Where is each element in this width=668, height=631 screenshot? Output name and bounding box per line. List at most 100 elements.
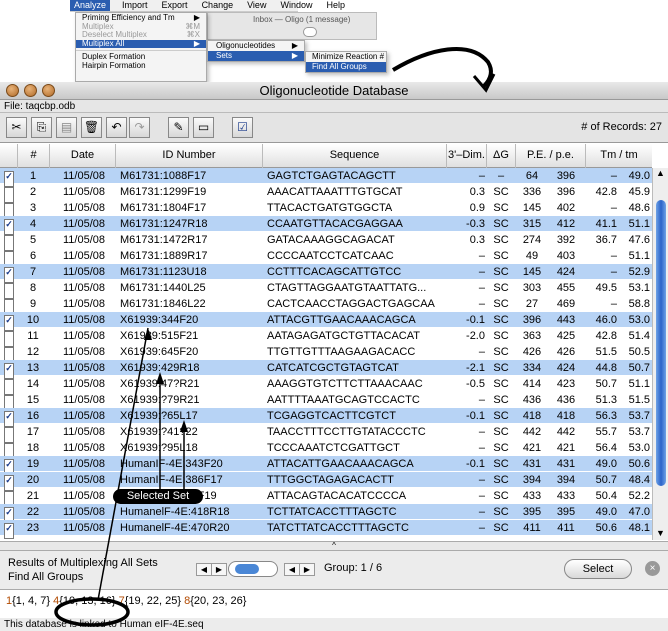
group-slider[interactable] — [228, 561, 278, 577]
set-item[interactable]: 1{1, 4, 7} — [6, 595, 50, 607]
undo-icon[interactable]: ↶ — [106, 117, 127, 138]
header-pe[interactable]: P.E. / p.e. — [516, 144, 586, 168]
cell-tm: 50.4 — [595, 490, 617, 502]
edit-record-icon[interactable]: ✎ — [168, 117, 189, 138]
table-row[interactable]: ✓ 19 11/05/08 HumanIF-4E:343F20 ATTACATTGAAC… — [0, 456, 652, 475]
cell-tm2: 53.0 — [628, 442, 650, 454]
table-row[interactable]: ✓ 22 11/05/08 HumanelF-4E:418R18 TCTTATCACCT… — [0, 504, 652, 523]
menu-export[interactable]: Export — [160, 0, 190, 11]
table-row[interactable]: ✓ 13 11/05/08 X61939:429R18 CATCATCGCTGTAGTC… — [0, 360, 652, 379]
inbox-button[interactable] — [303, 27, 317, 37]
table-row[interactable]: 18 11/05/08 X61939:?95L18 TCCCAAATCTCGATTGC… — [0, 440, 652, 459]
cell-dim: – — [478, 442, 485, 454]
table-row[interactable]: 5 11/05/08 M61731:1472R17 GATACAAAGGCAGACAT… — [0, 232, 652, 251]
table-row[interactable]: ✓ 20 11/05/08 HumanIF-4E:386F17 TTTGGCTAGAGA… — [0, 472, 652, 491]
cell-dg: SC — [493, 490, 509, 502]
table-row[interactable]: ✓ 7 11/05/08 M61731:1123U18 CCTTTCACAGCATTGT… — [0, 264, 652, 283]
menu-import[interactable]: Import — [120, 0, 150, 11]
cell-tm: 36.7 — [595, 234, 617, 246]
cell-id: M61731:1889R17 — [120, 250, 208, 262]
scroll-up-icon[interactable]: ▲ — [656, 168, 665, 178]
split-divider[interactable]: ^ — [0, 541, 668, 551]
cell-tm2: 53.7 — [628, 410, 650, 422]
curved-arrow — [391, 47, 493, 88]
set-item[interactable]: 8{20, 23, 26} — [184, 595, 246, 607]
table-row[interactable]: 11 11/05/08 X61939:515F21 AATAGAGATGCTGTTAC… — [0, 328, 652, 347]
cell-pes: 442 — [556, 426, 576, 438]
cell-num: 22 — [26, 506, 40, 518]
table-scrollbar[interactable]: ▲ ▼ — [652, 168, 668, 540]
menu-item-find-all-groups[interactable]: Find All Groups — [306, 62, 386, 72]
cell-seq: CTAGTTAGGAATGTAATTATG... — [267, 282, 427, 294]
cell-pe: 334 — [522, 362, 542, 374]
table-row[interactable]: 2 11/05/08 M61731:1299F19 AAACATTAAATTTGTGC… — [0, 184, 652, 203]
first-group-icon[interactable]: ◀ — [284, 563, 300, 576]
set-item[interactable]: 4{10, 13, 16} — [53, 595, 115, 607]
table-row[interactable]: ✓ 4 11/05/08 M61731:1247R18 CCAATGTTACACGAGG… — [0, 216, 652, 235]
table-row[interactable]: 6 11/05/08 M61731:1889R17 CCCCAATCCTCATCAAC… — [0, 248, 652, 267]
cut-icon[interactable]: ✂ — [6, 117, 27, 138]
set-item[interactable]: 7{19, 22, 25} — [119, 595, 181, 607]
menu-item-multiplex-all[interactable]: Multiplex All ▶ — [76, 39, 206, 48]
cell-tm: – — [610, 202, 617, 214]
menu-change[interactable]: Change — [200, 0, 236, 11]
table-row[interactable]: 12 11/05/08 X61939:645F20 TTGTTGTTTAAGAAGAC… — [0, 344, 652, 363]
table-row[interactable]: 3 11/05/08 M61731:1804F17 TTACACTGATGTGGCTA… — [0, 200, 652, 219]
header-dimer[interactable]: 3'–Dim. — [447, 144, 487, 168]
menu-item-oligonucleotides[interactable]: Oligonucleotides ▶ — [208, 41, 304, 51]
last-group-icon[interactable]: ▶ — [299, 563, 315, 576]
header-sequence[interactable]: Sequence — [263, 144, 447, 168]
row-checkbox[interactable]: ✓ — [4, 523, 14, 539]
header-date[interactable]: Date — [50, 144, 116, 168]
scroll-thumb[interactable] — [656, 200, 666, 486]
cell-date: 11/05/08 — [62, 170, 105, 182]
table-row[interactable]: 15 11/05/08 X61939:?79R21 AATTTTAAATGCAGTCC… — [0, 392, 652, 411]
table-row[interactable]: ✓ 1 11/05/08 M61731:1088F17 GAGTCTGAGTACAGCT… — [0, 168, 652, 187]
cell-seq: CCAATGTTACACGAGGAA — [267, 218, 403, 230]
paste-icon[interactable]: ▤ — [56, 117, 77, 138]
select-button[interactable]: Select — [564, 559, 632, 579]
stop-icon[interactable]: × — [645, 561, 660, 576]
cell-pe: 395 — [522, 506, 542, 518]
menu-item-hairpin[interactable]: Hairpin Formation — [76, 61, 206, 71]
redo-icon[interactable]: ↷ — [129, 117, 150, 138]
table-row[interactable]: 2111/05/08HumanIF-4E:?8F19ATTACAGTACACAT… — [0, 488, 652, 507]
table-row[interactable]: 14 11/05/08 X61939:47?R21 AAAGGTGTCTTCTTAAA… — [0, 376, 652, 395]
cell-id: X61939:?79R21 — [120, 394, 200, 406]
copy-icon[interactable]: ⎘ — [31, 117, 52, 138]
cell-pe: 145 — [522, 266, 542, 278]
menu-item-sets[interactable]: Sets ▶ — [208, 51, 304, 61]
header-num[interactable]: # — [18, 144, 50, 168]
prev-group-icon[interactable]: ◀ — [196, 563, 212, 576]
cell-tm: 41.1 — [595, 218, 617, 230]
window-view-icon[interactable]: ▭ — [193, 117, 214, 138]
cell-id: HumanelF-4E:470R20 — [120, 522, 230, 534]
table-row[interactable]: ✓ 16 11/05/08 X61939:?65L17 TCGAGGTCACTTCGTC… — [0, 408, 652, 427]
cell-tm2: 45.9 — [628, 186, 650, 198]
cell-id: M61731:1088F17 — [120, 170, 207, 182]
header-tm[interactable]: Tm / tm — [586, 144, 652, 168]
oligo-table: # Date ID Number Sequence 3'–Dim. ΔG P.E… — [0, 144, 652, 539]
menu-help[interactable]: Help — [324, 0, 347, 11]
select-all-checkbox-icon[interactable]: ☑ — [232, 117, 253, 138]
menu-window[interactable]: Window — [278, 0, 314, 11]
scroll-down-icon[interactable]: ▼ — [656, 528, 665, 538]
menu-analyze[interactable]: Analyze — [70, 0, 111, 11]
menu-item-minimize-reaction[interactable]: Minimize Reaction # — [306, 52, 386, 62]
table-row[interactable]: ✓ 10 11/05/08 X61939:344F20 ATTACGTTGAACAAAC… — [0, 312, 652, 331]
trash-icon[interactable]: 🗑 — [81, 117, 102, 138]
next-group-icon[interactable]: ▶ — [211, 563, 227, 576]
cell-dg: SC — [493, 458, 509, 470]
table-row[interactable]: 8 11/05/08 M61731:1440L25 CTAGTTAGGAATGTAAT… — [0, 280, 652, 299]
table-row[interactable]: 17 11/05/08 X61939:?41?22 TAACCTTTCCTTGTATA… — [0, 424, 652, 443]
cell-pe: 442 — [522, 426, 542, 438]
table-row[interactable]: 9 11/05/08 M61731:1846L22 CACTCAACCTAGGACTG… — [0, 296, 652, 315]
menu-view[interactable]: View — [245, 0, 268, 11]
table-row[interactable]: ✓ 23 11/05/08 HumanelF-4E:470R20 TATCTTATCAC… — [0, 520, 652, 539]
header-id[interactable]: ID Number — [116, 144, 263, 168]
cell-pes: 433 — [556, 490, 576, 502]
header-dg[interactable]: ΔG — [487, 144, 516, 168]
cell-dim: -0.5 — [466, 378, 485, 390]
group-pager: ◀ ▶ ◀ ▶ — [196, 561, 316, 577]
cell-tm: 42.8 — [595, 330, 617, 342]
